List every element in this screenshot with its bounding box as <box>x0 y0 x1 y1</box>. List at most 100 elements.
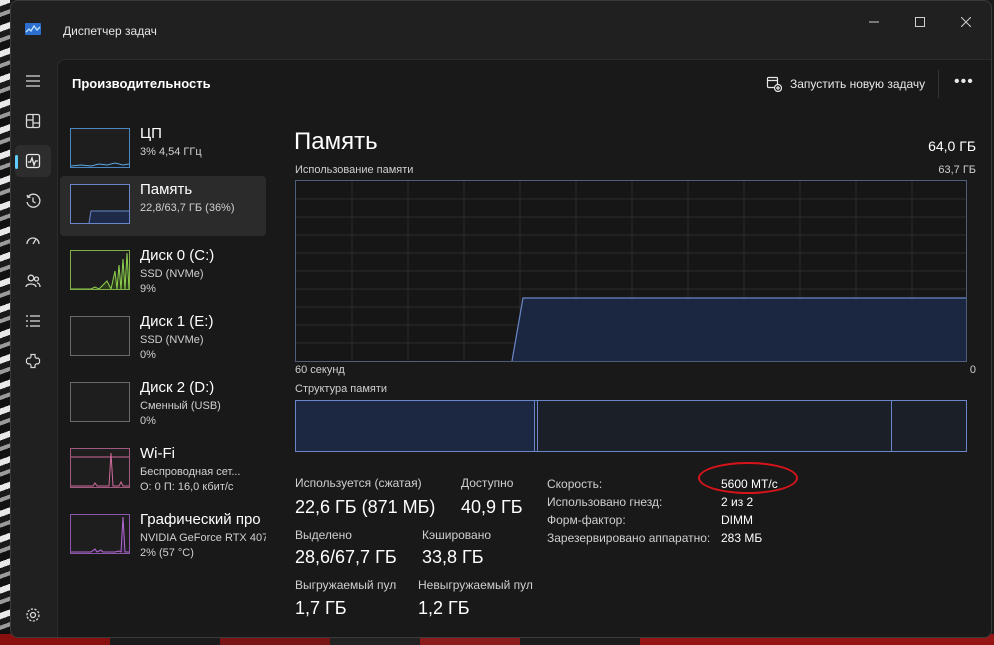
resource-detail: 2% (57 °C) <box>140 547 194 559</box>
slots-used-value: 2 из 2 <box>721 495 754 509</box>
task-manager-app-icon <box>25 23 41 35</box>
nav-details[interactable] <box>15 305 51 337</box>
available-value: 40,9 ГБ <box>461 497 523 517</box>
form-factor-value: DIMM <box>721 513 753 527</box>
close-icon <box>961 17 971 27</box>
startup-apps-icon <box>26 237 40 245</box>
more-options-button[interactable]: ••• <box>954 73 974 91</box>
available-label: Доступно <box>461 476 514 490</box>
resource-detail: Беспроводная сет... <box>140 466 241 478</box>
structure-in-use[interactable] <box>296 401 535 451</box>
window-title: Диспетчер задач <box>63 24 157 38</box>
resource-item-disk-2[interactable]: Диск 2 (D:) Сменный (USB) 0% <box>60 374 266 434</box>
hamburger-icon <box>26 75 40 87</box>
memory-thumbnail <box>70 184 130 224</box>
nav-app-history[interactable] <box>15 185 51 217</box>
disk-0-thumbnail <box>70 250 130 290</box>
resource-item-disk-1[interactable]: Диск 1 (E:) SSD (NVMe) 0% <box>60 308 266 368</box>
structure-free[interactable] <box>892 401 966 451</box>
slots-used-label: Использовано гнезд: <box>547 495 663 509</box>
resource-name: ЦП <box>140 125 162 142</box>
memory-usage-area <box>512 298 966 361</box>
memory-usage-label: Использование памяти <box>295 164 414 176</box>
committed-label: Выделено <box>295 528 352 542</box>
resource-item-cpu[interactable]: ЦП 3% 4,54 ГГц <box>60 120 266 180</box>
memory-structure-bar <box>295 400 967 452</box>
navigation-rail <box>11 59 55 637</box>
desktop-background <box>0 0 10 645</box>
resource-name: Диск 1 (E:) <box>140 313 214 330</box>
in-use-value: 22,6 ГБ (871 МБ) <box>295 497 436 517</box>
resource-name: Wi-Fi <box>140 445 175 462</box>
nav-settings[interactable] <box>15 599 51 631</box>
resource-detail: 22,8/63,7 ГБ (36%) <box>140 202 235 214</box>
resource-detail: 0% <box>140 349 156 361</box>
resource-detail: SSD (NVMe) <box>140 268 204 280</box>
title-bar[interactable]: Диспетчер задач <box>11 1 991 59</box>
maximize-icon <box>915 17 925 27</box>
cpu-thumbnail <box>70 128 130 168</box>
hardware-reserved-value: 283 МБ <box>721 531 763 545</box>
maximize-button[interactable] <box>897 7 943 37</box>
speed-label: Скорость: <box>547 477 603 491</box>
structure-standby[interactable] <box>538 401 892 451</box>
task-manager-window: Диспетчер задач Производительность Запус… <box>10 0 992 638</box>
minimize-icon <box>869 21 879 23</box>
resource-item-gpu[interactable]: Графический про NVIDIA GeForce RTX 407 2… <box>60 506 266 566</box>
nav-processes[interactable] <box>15 105 51 137</box>
services-icon <box>25 353 41 369</box>
graph-x-right-label: 0 <box>969 364 976 376</box>
resource-detail: NVIDIA GeForce RTX 407 <box>140 532 266 544</box>
resource-name: Графический про <box>140 511 261 528</box>
menu-button[interactable] <box>15 65 51 97</box>
minimize-button[interactable] <box>851 7 897 37</box>
resource-name: Память <box>140 181 193 198</box>
resource-detail: О: 0 П: 16,0 кбит/с <box>140 481 234 493</box>
memory-usage-graph <box>295 180 967 362</box>
users-icon <box>25 274 41 288</box>
resource-item-disk-0[interactable]: Диск 0 (C:) SSD (NVMe) 9% <box>60 242 266 302</box>
nonpaged-pool-label: Невыгружаемый пул <box>418 578 533 592</box>
cached-value: 33,8 ГБ <box>422 547 484 567</box>
header-separator <box>938 70 939 98</box>
resource-detail: 3% 4,54 ГГц <box>140 146 202 158</box>
paged-pool-label: Выгружаемый пул <box>295 578 397 592</box>
resource-detail: 9% <box>140 283 156 295</box>
gpu-thumbnail <box>70 514 130 554</box>
nav-performance[interactable] <box>15 145 51 177</box>
performance-icon <box>25 153 41 169</box>
memory-usage-max: 63,7 ГБ <box>938 164 976 176</box>
hardware-reserved-label: Зарезервировано аппаратно: <box>547 531 711 545</box>
speed-highlight-annotation <box>698 462 798 494</box>
disk-1-thumbnail <box>70 316 130 356</box>
paged-pool-value: 1,7 ГБ <box>295 598 347 618</box>
performance-page: Производительность Запустить новую задач… <box>57 59 991 637</box>
resource-detail: SSD (NVMe) <box>140 334 204 346</box>
resource-item-memory[interactable]: Память 22,8/63,7 ГБ (36%) <box>60 176 266 236</box>
nav-services[interactable] <box>15 345 51 377</box>
new-task-icon <box>766 76 782 92</box>
page-title: Производительность <box>72 76 211 91</box>
run-new-task-label: Запустить новую задачу <box>790 77 926 91</box>
form-factor-label: Форм-фактор: <box>547 513 626 527</box>
memory-title: Память <box>294 128 378 155</box>
processes-icon <box>25 113 41 129</box>
run-new-task-button[interactable]: Запустить новую задачу <box>766 74 925 94</box>
nav-startup-apps[interactable] <box>15 225 51 257</box>
app-history-icon <box>26 193 41 208</box>
memory-usage-svg <box>296 181 966 362</box>
close-button[interactable] <box>943 7 989 37</box>
cached-label: Кэшировано <box>422 528 492 542</box>
resource-item-wifi[interactable]: Wi-Fi Беспроводная сет... О: 0 П: 16,0 к… <box>60 440 266 500</box>
resource-name: Диск 2 (D:) <box>140 379 215 396</box>
settings-icon <box>26 608 40 622</box>
nav-users[interactable] <box>15 265 51 297</box>
wifi-thumbnail <box>70 448 130 488</box>
graph-x-left-label: 60 секунд <box>295 364 345 376</box>
memory-structure-label: Структура памяти <box>295 383 388 395</box>
in-use-label: Используется (сжатая) <box>295 476 422 490</box>
disk-2-thumbnail <box>70 382 130 422</box>
resource-name: Диск 0 (C:) <box>140 247 215 264</box>
details-icon <box>26 315 40 327</box>
committed-value: 28,6/67,7 ГБ <box>295 547 397 567</box>
